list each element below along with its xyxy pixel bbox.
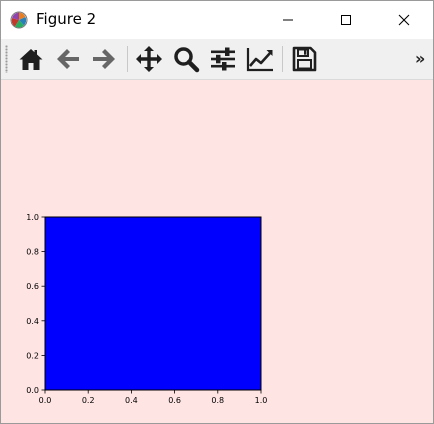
figure-window: Figure 2 » 0.0 0.2 0.4 0.6 0.8 1.0 0.0 0…: [0, 0, 434, 424]
y-tick-label: 0.4: [26, 317, 39, 326]
line-chart-icon: [246, 48, 273, 72]
axes-face: [45, 217, 261, 390]
floppy-disk-icon: [292, 46, 317, 72]
close-icon: [398, 14, 410, 26]
arrow-left-icon: [57, 49, 79, 69]
move-icon: [136, 46, 162, 72]
zoom-button[interactable]: [169, 43, 203, 75]
y-tick-label: 0.0: [26, 386, 39, 395]
figure-canvas[interactable]: 0.0 0.2 0.4 0.6 0.8 1.0 0.0 0.2 0.4 0.6 0.8 1.0: [1, 80, 433, 423]
y-tick-label: 0.8: [26, 248, 39, 257]
customize-button[interactable]: [243, 43, 277, 75]
y-tick-label: 1.0: [26, 213, 39, 222]
figure-plot: 0.0 0.2 0.4 0.6 0.8 1.0 0.0 0.2 0.4 0.6 0.8 1.0: [1, 80, 433, 423]
toolbar-separator: [127, 46, 128, 72]
x-tick-label: 0.0: [39, 396, 52, 405]
title-bar[interactable]: Figure 2: [1, 1, 433, 39]
navigation-toolbar: »: [1, 39, 433, 80]
subplots-button[interactable]: [206, 43, 240, 75]
x-tick-label: 0.6: [168, 396, 181, 405]
y-tick-label: 0.2: [26, 351, 39, 360]
toolbar-overflow-button[interactable]: »: [415, 49, 425, 68]
maximize-button[interactable]: [317, 1, 375, 39]
close-button[interactable]: [375, 1, 433, 39]
home-icon: [19, 49, 43, 70]
save-button[interactable]: [287, 43, 321, 75]
maximize-icon: [341, 15, 351, 25]
axes[interactable]: 0.0 0.2 0.4 0.6 0.8 1.0 0.0 0.2 0.4 0.6 0.8 1.0: [26, 213, 267, 405]
pan-button[interactable]: [132, 43, 166, 75]
toolbar-separator: [282, 46, 283, 72]
sliders-icon: [211, 47, 235, 71]
x-tick-label: 0.8: [211, 396, 224, 405]
forward-button[interactable]: [87, 43, 121, 75]
arrow-right-icon: [93, 49, 115, 69]
matplotlib-icon: [10, 11, 28, 29]
minimize-button[interactable]: [259, 1, 317, 39]
toolbar-grip[interactable]: [5, 45, 8, 73]
y-tick-label: 0.6: [26, 282, 39, 291]
minimize-icon: [283, 19, 293, 21]
x-tick-label: 0.4: [125, 396, 138, 405]
x-tick-label: 0.2: [82, 396, 95, 405]
home-button[interactable]: [14, 43, 48, 75]
window-title: Figure 2: [36, 10, 97, 28]
x-tick-label: 1.0: [255, 396, 268, 405]
magnifier-icon: [174, 47, 200, 73]
back-button[interactable]: [51, 43, 85, 75]
